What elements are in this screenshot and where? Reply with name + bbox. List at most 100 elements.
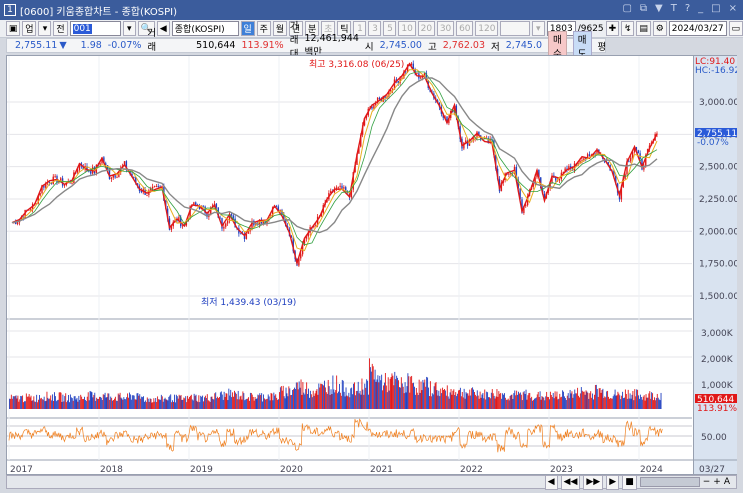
volume-bar	[329, 394, 331, 409]
maximize-icon[interactable]: □	[711, 3, 720, 14]
volume-bar	[317, 394, 319, 409]
volume-bar	[236, 399, 238, 409]
restore-icon[interactable]: ▢	[622, 3, 631, 14]
volume-bar	[511, 394, 513, 409]
period-week[interactable]: 주	[256, 21, 271, 36]
pin-icon[interactable]: ▼	[655, 3, 663, 14]
volume-bar	[153, 398, 155, 409]
bottom-scrollbar[interactable]: ◀ ◀◀ ▶▶ ▶ ■ − + A	[6, 474, 737, 490]
volume-bar	[253, 400, 255, 409]
period-day[interactable]: 일	[240, 21, 255, 36]
volume-bar	[57, 399, 59, 409]
candle-body	[525, 205, 527, 207]
volume-bar	[261, 393, 263, 409]
scroll-right-button[interactable]: ▶	[606, 474, 620, 490]
volume-bar	[93, 394, 95, 409]
period-month[interactable]: 월	[272, 21, 287, 36]
volume-bar	[78, 395, 80, 409]
sound-icon[interactable]: ◀	[156, 21, 170, 36]
volume-bar	[171, 402, 173, 409]
chart-area[interactable]: 3,000.002,750.002,500.002,250.002,000.00…	[6, 55, 737, 475]
scroll-last-button[interactable]: ▶▶	[583, 474, 604, 490]
save-icon[interactable]: ▤	[636, 21, 651, 36]
volume-bar	[625, 393, 627, 409]
volume-bar	[288, 386, 290, 409]
volume-bar	[315, 390, 317, 409]
calendar-icon[interactable]: ▭	[728, 21, 743, 36]
volume-bar	[309, 397, 310, 409]
custom-dropdown-icon[interactable]: ▾	[531, 21, 545, 36]
price-chart[interactable]: 3,000.002,750.002,500.002,250.002,000.00…	[7, 56, 737, 474]
volume-bar	[56, 400, 58, 409]
volume-bar	[350, 388, 352, 409]
scroll-first-button[interactable]: ◀◀	[560, 474, 581, 490]
trend-icon[interactable]: ↯	[621, 21, 635, 36]
code-input[interactable]: 001	[72, 23, 92, 34]
volume-bar	[488, 397, 489, 409]
volume-bar	[84, 396, 85, 409]
volume-bar	[578, 395, 579, 409]
close-icon[interactable]: ×	[729, 3, 737, 14]
volume-bar	[12, 396, 14, 409]
interval-10[interactable]: 10	[398, 21, 416, 36]
volume-bar	[353, 383, 354, 409]
volume-bar	[414, 386, 415, 409]
volume-bar	[112, 400, 114, 409]
interval-60[interactable]: 60	[456, 21, 474, 36]
volume-bar	[482, 393, 484, 409]
volume-bar	[27, 396, 29, 409]
zoom-in-icon[interactable]: +	[713, 477, 721, 487]
interval-3[interactable]: 3	[368, 21, 382, 36]
interval-120[interactable]: 120	[475, 21, 499, 36]
interval-5[interactable]: 5	[383, 21, 397, 36]
volume-bar	[584, 394, 586, 409]
scroll-thumb[interactable]	[639, 477, 700, 487]
help-icon[interactable]: ?	[685, 3, 690, 14]
volume-bar	[598, 388, 600, 409]
zoom-out-icon[interactable]: −	[703, 477, 711, 487]
candle-body	[116, 177, 118, 179]
volume-bar	[147, 398, 149, 409]
volume-bar	[649, 391, 651, 409]
volume-bar	[475, 396, 477, 409]
market-select[interactable]: 업	[22, 21, 37, 36]
stop-button[interactable]: ■	[622, 474, 637, 490]
minimize-icon[interactable]: _	[698, 3, 703, 14]
volume-bar	[633, 400, 635, 409]
prev-button[interactable]: 전	[53, 21, 68, 36]
gear-icon[interactable]: ⚙	[652, 21, 667, 36]
volume-bar	[585, 390, 587, 409]
scroll-left-button[interactable]: ◀	[544, 474, 558, 490]
volume-bar	[608, 396, 609, 409]
volume-bar	[646, 397, 648, 409]
custom-interval-input[interactable]	[500, 21, 530, 36]
volume-bar	[535, 397, 537, 409]
volume-bar	[176, 396, 178, 409]
volume-bar	[322, 384, 324, 409]
volume-bar	[38, 399, 39, 409]
volume-bar	[127, 393, 129, 409]
volume-bar	[523, 391, 525, 409]
volume-bar	[313, 395, 315, 409]
interval-30[interactable]: 30	[436, 21, 455, 36]
volume-bar	[128, 397, 129, 409]
dropdown-icon[interactable]: ▾	[38, 21, 52, 36]
volume-bar	[284, 398, 286, 409]
font-icon[interactable]: T	[671, 3, 677, 14]
volume-bar	[208, 400, 210, 409]
avg-button[interactable]: 평	[598, 39, 607, 53]
volume-bar	[164, 397, 166, 409]
layout-icon[interactable]: ▣	[6, 21, 21, 36]
volume-bar	[146, 397, 148, 409]
font-size-button[interactable]: A	[724, 477, 730, 487]
date-input[interactable]: 2024/03/27	[668, 21, 727, 36]
new-window-icon[interactable]: ⧉	[640, 3, 647, 14]
volume-bar	[624, 389, 626, 409]
volume-bar	[568, 398, 570, 409]
volume-bar	[206, 394, 208, 409]
interval-20[interactable]: 20	[417, 21, 435, 36]
volume-bar	[279, 392, 280, 409]
add-indicator-icon[interactable]: ✚	[605, 21, 620, 36]
code-dropdown-icon[interactable]: ▾	[122, 21, 136, 36]
volume-bar	[234, 392, 236, 409]
